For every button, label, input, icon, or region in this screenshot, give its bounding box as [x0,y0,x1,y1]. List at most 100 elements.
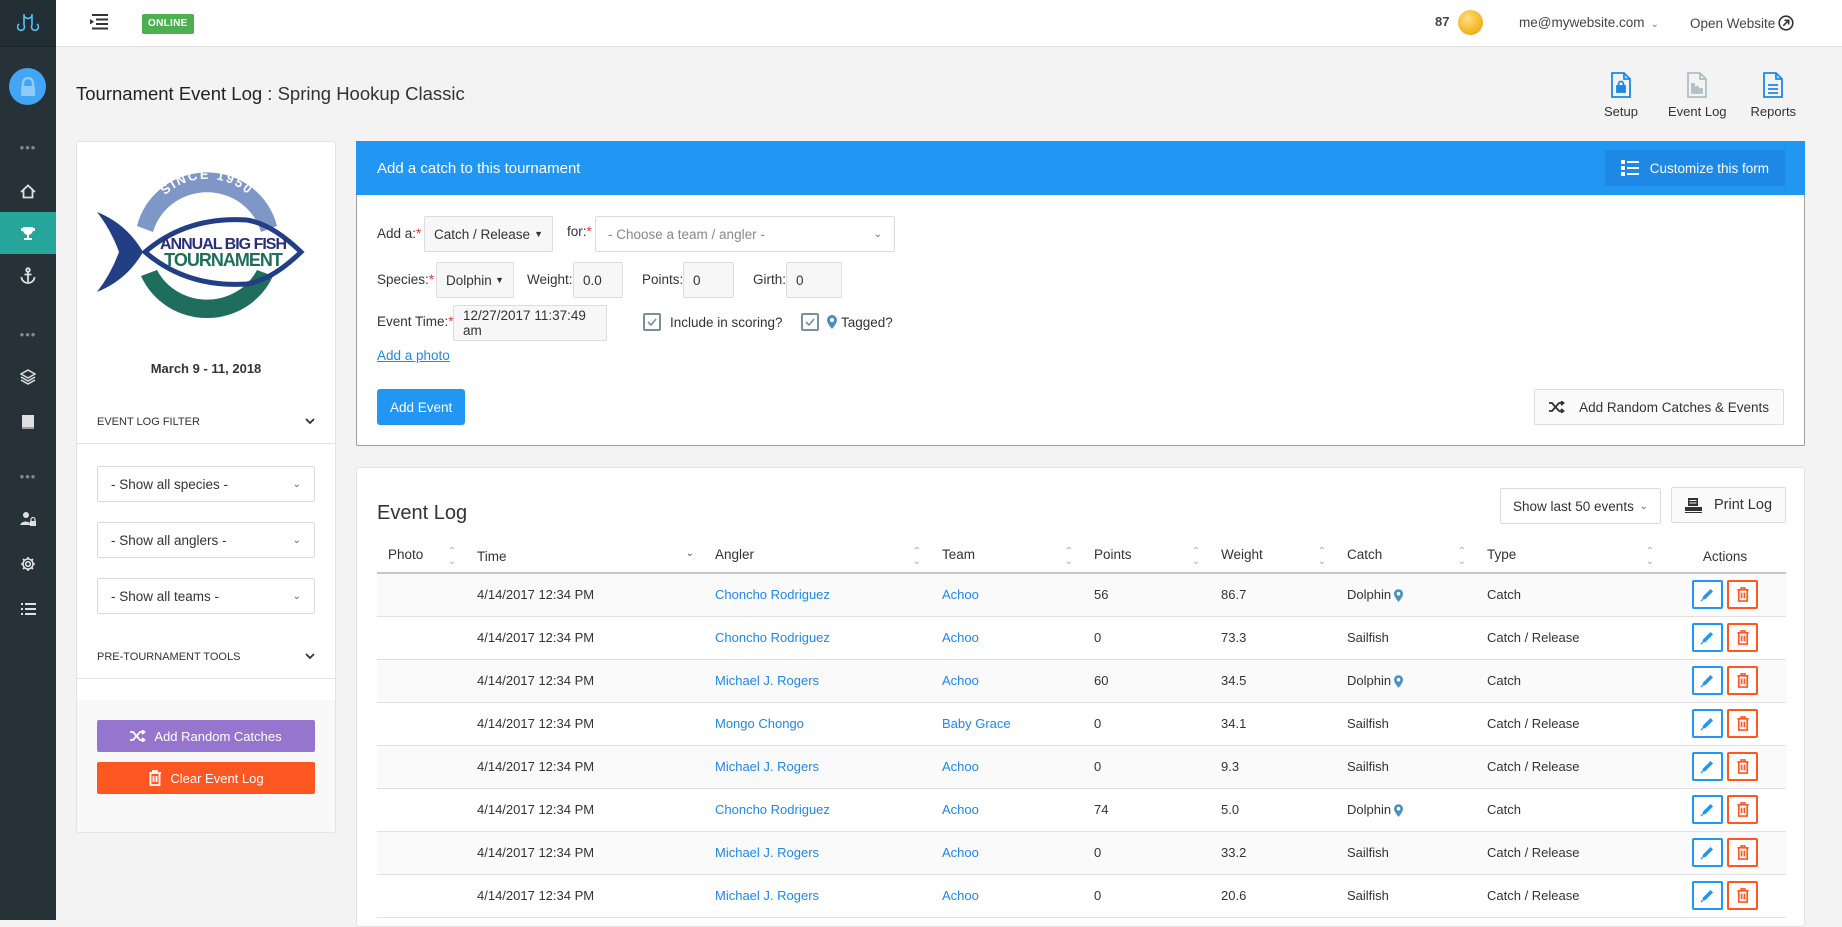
girth-input[interactable]: 0 [786,262,842,298]
home-icon [20,183,36,198]
cell-weight: 34.5 [1210,659,1336,703]
team-link[interactable]: Achoo [942,759,979,774]
customize-form-button[interactable]: Customize this form [1604,150,1785,186]
team-link[interactable]: Achoo [942,888,979,903]
angler-link[interactable]: Choncho Rodriguez [715,802,830,817]
column-catch[interactable]: Catch ⌃ ⌄ [1336,541,1476,574]
angler-link[interactable]: Michael J. Rogers [715,759,819,774]
sidebar-item-user-security[interactable] [0,498,56,540]
delete-event-button[interactable] [1727,838,1758,867]
cell-angler: Choncho Rodriguez [704,788,931,832]
angler-filter-select[interactable]: - Show all anglers - ⌄ [97,522,315,558]
sidebar-item-anchor[interactable] [0,254,56,296]
edit-event-button[interactable] [1692,580,1723,610]
add-random-catches-button[interactable]: Add Random Catches [97,720,315,752]
angler-link[interactable]: Choncho Rodriguez [715,587,830,602]
delete-event-button[interactable] [1727,795,1758,824]
edit-event-button[interactable] [1692,666,1723,695]
angler-link[interactable]: Michael J. Rogers [715,673,819,688]
add-event-button[interactable]: Add Event [377,389,466,425]
cell-time: 4/14/2017 12:34 PM [466,831,704,875]
user-menu[interactable]: me@mywebsite.com ⌄ [1519,15,1659,30]
column-points[interactable]: Points ⌃ ⌄ [1083,541,1210,574]
delete-event-button[interactable] [1727,709,1758,738]
delete-event-button[interactable] [1727,752,1758,781]
coin-icon[interactable] [1458,10,1483,35]
species-filter-select[interactable]: - Show all species - ⌄ [97,466,315,502]
add-random-events-button[interactable]: Add Random Catches & Events [1534,389,1784,425]
setup-button[interactable]: Setup [1604,72,1638,119]
account-avatar[interactable] [9,68,46,105]
page-title-separator: : [262,83,278,104]
angler-link[interactable]: Michael J. Rogers [715,845,819,860]
event-time-input[interactable]: 12/27/2017 11:37:49 am [453,305,607,341]
print-log-button[interactable]: Print Log [1671,487,1786,523]
sidebar-more-1[interactable]: ••• [0,126,56,168]
team-link[interactable]: Achoo [942,587,979,602]
sidebar-more-3[interactable]: ••• [0,455,56,497]
delete-event-button[interactable] [1727,580,1758,610]
user-email: me@mywebsite.com [1519,15,1645,30]
sidebar-more-2[interactable]: ••• [0,313,56,355]
points-input[interactable]: 0 [683,262,734,298]
team-link[interactable]: Achoo [942,673,979,688]
event-log-button[interactable]: Event Log [1668,72,1727,119]
column-photo[interactable]: Photo ⌃ ⌄ [377,541,466,574]
team-filter-select[interactable]: - Show all teams - ⌄ [97,578,315,614]
sidebar-item-list[interactable] [0,588,56,630]
column-angler[interactable]: Angler ⌃ ⌄ [704,541,931,574]
reports-button[interactable]: Reports [1751,72,1796,119]
include-scoring-checkbox[interactable] [643,313,661,331]
open-website-link[interactable]: Open Website [1690,15,1794,31]
delete-event-button[interactable] [1727,623,1758,652]
angler-link[interactable]: Michael J. Rogers [715,888,819,903]
column-team[interactable]: Team ⌃ ⌄ [931,541,1083,574]
team-angler-select[interactable]: - Choose a team / angler - ⌄ [595,216,895,252]
column-time[interactable]: Time ⌄ [466,541,704,574]
delete-event-button[interactable] [1727,666,1758,695]
event-count-select[interactable]: Show last 50 events ⌄ [1500,488,1661,524]
cell-actions [1664,874,1786,918]
cell-catch: Sailfish [1336,831,1476,875]
lock-document-icon [1611,72,1631,98]
pre-tournament-tools-toggle[interactable]: PRE-TOURNAMENT TOOLS [77,635,335,679]
column-weight[interactable]: Weight ⌃ ⌄ [1210,541,1336,574]
sidebar-item-book[interactable] [0,401,56,443]
event-type-select[interactable]: Catch / Release ▼ [424,216,553,252]
event-log-filter-toggle[interactable]: EVENT LOG FILTER [77,400,335,444]
add-photo-link[interactable]: Add a photo [377,348,450,363]
cell-catch: Dolphin [1336,573,1476,617]
edit-event-button[interactable] [1692,795,1723,824]
cell-team: Achoo [931,874,1083,918]
chevron-down-icon: ⌄ [292,478,301,490]
edit-event-button[interactable] [1692,709,1723,738]
catch-species: Sailfish [1347,630,1389,645]
tagged-checkbox[interactable] [801,313,819,331]
chevron-down-icon: ⌄ [873,228,882,240]
weight-input[interactable]: 0.0 [573,262,623,298]
edit-event-button[interactable] [1692,881,1723,910]
sidebar-item-tournaments[interactable] [0,212,56,254]
menu-toggle-button[interactable] [90,14,110,32]
species-select[interactable]: Dolphin ▼ [436,262,514,298]
sidebar-item-layers[interactable] [0,356,56,398]
app-logo[interactable] [0,0,56,47]
table-row: 4/14/2017 12:34 PM Choncho Rodriguez Achoo… [377,788,1786,832]
edit-event-button[interactable] [1692,752,1723,781]
delete-event-button[interactable] [1727,881,1758,910]
team-link[interactable]: Achoo [942,802,979,817]
sort-icon: ⌃ ⌄ [1064,545,1073,567]
team-link[interactable]: Achoo [942,845,979,860]
add-type-label: Add a:* [377,226,422,241]
sidebar-item-settings[interactable] [0,543,56,585]
edit-event-button[interactable] [1692,838,1723,867]
sidebar-item-home[interactable] [0,170,56,212]
team-link[interactable]: Achoo [942,630,979,645]
column-type[interactable]: Type ⌃ ⌄ [1476,541,1664,574]
angler-link[interactable]: Choncho Rodriguez [715,630,830,645]
team-link[interactable]: Baby Grace [942,716,1011,731]
clear-event-log-button[interactable]: Clear Event Log [97,762,315,794]
edit-event-button[interactable] [1692,623,1723,652]
angler-link[interactable]: Mongo Chongo [715,716,804,731]
trash-icon [1736,802,1749,817]
